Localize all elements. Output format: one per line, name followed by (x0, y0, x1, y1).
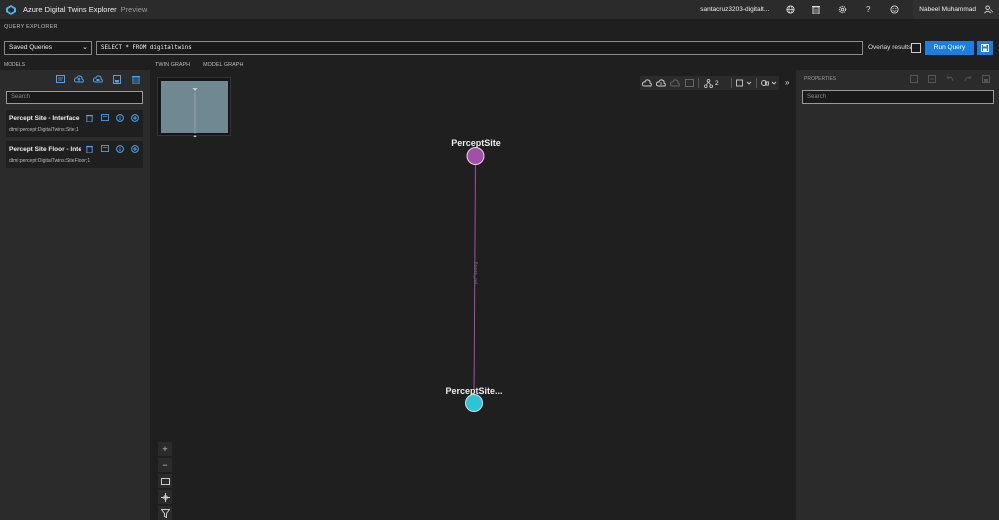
overlay-results-checkbox[interactable] (911, 43, 921, 53)
model-actions (85, 144, 139, 153)
tab-model-graph[interactable]: MODEL GRAPH (203, 62, 243, 68)
overlay-results-label: Overlay results (868, 44, 912, 51)
delete-icon[interactable] (803, 0, 829, 19)
models-search-input[interactable]: Search (6, 91, 143, 104)
properties-search-input[interactable]: Search (802, 90, 994, 104)
globe-icon[interactable] (777, 0, 803, 19)
user-name: Nabeel Muhammad (919, 6, 976, 13)
feedback-icon[interactable] (881, 0, 907, 19)
save-properties-icon[interactable] (909, 74, 919, 84)
zoom-out-icon[interactable]: − (158, 458, 172, 472)
properties-toolbar (909, 74, 991, 84)
delete-model-icon[interactable] (85, 113, 94, 122)
view-model-icon[interactable] (100, 113, 109, 122)
query-explorer-label: QUERY EXPLORER (4, 24, 58, 30)
fit-to-screen-icon[interactable] (158, 474, 172, 488)
zoom-controls: + − (158, 442, 172, 520)
account-icon (984, 5, 993, 14)
expand-properties-icon[interactable] (981, 74, 991, 84)
node-label: PerceptSite (451, 138, 501, 148)
run-query-button[interactable]: Run Query (925, 41, 974, 55)
model-item[interactable]: Percept Site Floor - Inte... dtmi:percep… (6, 141, 143, 168)
zoom-in-icon[interactable]: + (158, 442, 172, 456)
add-twin-icon[interactable] (130, 113, 139, 122)
export-models-icon[interactable] (112, 74, 122, 84)
info-icon[interactable] (115, 144, 124, 153)
view-models-icon[interactable] (55, 74, 65, 84)
add-twin-icon[interactable] (130, 144, 139, 153)
preview-label: Preview (120, 5, 148, 14)
info-icon[interactable] (115, 113, 124, 122)
model-actions (85, 113, 139, 122)
delete-all-models-icon[interactable] (131, 74, 141, 84)
models-label: MODELS (4, 62, 26, 68)
upload-model-icon[interactable] (74, 74, 84, 84)
upload-directory-icon[interactable] (93, 74, 103, 84)
properties-label: PROPERTIES (804, 76, 837, 82)
tab-twin-graph[interactable]: TWIN GRAPH (155, 62, 190, 68)
model-name: Percept Site - Interface ... (9, 115, 81, 122)
model-item[interactable]: Percept Site - Interface ... dtmi:percep… (6, 110, 143, 137)
model-name: Percept Site Floor - Inte... (9, 146, 81, 153)
graph-node[interactable] (465, 394, 483, 412)
models-toolbar (55, 74, 141, 84)
save-icon (981, 44, 989, 52)
twin-graph-canvas[interactable]: 2 » floors_rel PerceptSite PerceptSite..… (150, 70, 796, 520)
center-graph-icon[interactable] (158, 490, 172, 504)
properties-panel: PROPERTIES Search (796, 70, 999, 520)
model-id: dtmi:percept:DigitalTwins:Site;1 (9, 127, 79, 133)
save-query-button[interactable] (977, 41, 993, 55)
model-id: dtmi:percept:DigitalTwins:SiteFloor;1 (9, 158, 91, 164)
query-input[interactable]: SELECT * FROM digitaltwins (96, 41, 863, 55)
saved-queries-label: Saved Queries (9, 44, 52, 51)
filter-icon[interactable] (158, 506, 172, 520)
graph-node[interactable] (466, 147, 485, 165)
view-properties-icon[interactable] (927, 74, 937, 84)
environment-name[interactable]: santacruz3203-digitalt... (700, 6, 769, 13)
app-logo-icon (6, 4, 16, 15)
models-panel: Search Percept Site - Interface ... dtmi… (0, 70, 150, 520)
app-title: Azure Digital Twins Explorer (23, 5, 117, 14)
saved-queries-dropdown[interactable]: Saved Queries ⌄ (4, 41, 92, 55)
undo-icon[interactable] (945, 74, 955, 84)
header-actions: santacruz3203-digitalt... ? Nabeel Muham… (700, 0, 999, 19)
edge-label: floors_rel (472, 262, 478, 285)
settings-icon[interactable] (829, 0, 855, 19)
view-model-icon[interactable] (100, 144, 109, 153)
app-header: Azure Digital Twins Explorer Preview san… (0, 0, 999, 19)
chevron-down-icon: ⌄ (82, 44, 88, 51)
user-menu[interactable]: Nabeel Muhammad (913, 0, 999, 19)
help-icon[interactable]: ? (855, 0, 881, 19)
twin-graph: floors_rel PerceptSite PerceptSite... (445, 138, 503, 412)
delete-model-icon[interactable] (85, 144, 94, 153)
redo-icon[interactable] (963, 74, 973, 84)
